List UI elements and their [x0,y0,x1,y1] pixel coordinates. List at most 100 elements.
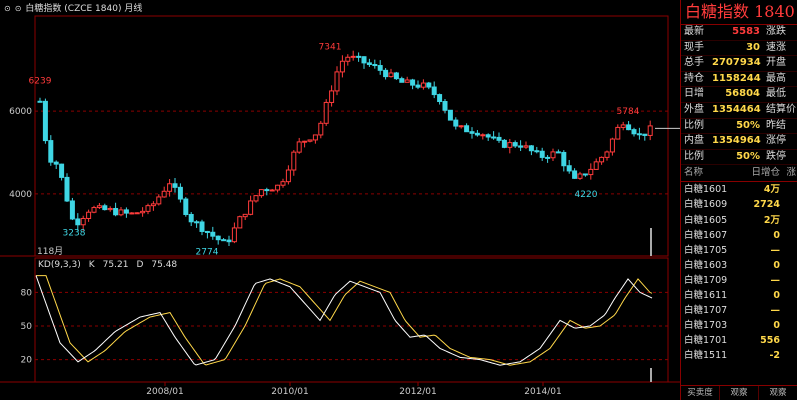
contract-name[interactable]: 白糖1609 [681,197,734,212]
candle-up [156,196,162,205]
contract-oi-change: 2万 [763,214,780,226]
candle-down [113,207,119,216]
candle-up [312,134,318,141]
contract-row[interactable]: 白糖1703 0 [681,318,797,333]
bottom-tabs: 买卖度 观察 观察 [681,385,797,400]
contract-name[interactable]: 白糖1705 [681,243,734,258]
contract-name[interactable]: 白糖1603 [681,258,734,273]
quote-label-2: 速涨 [766,41,786,53]
contract-list: 白糖1601 4万 白糖1609 2724 白糖1605 2万 白糖1607 0 白糖1705 —… [681,182,797,363]
candle-down [123,209,129,214]
candle-up [577,173,583,179]
tab-observe-1[interactable]: 观察 [720,386,759,400]
quote-label: 外盘 [684,103,704,115]
x-tick-label: 2010/01 [271,387,308,397]
contract-row[interactable]: 白糖1605 2万 [681,213,797,228]
contract-row[interactable]: 白糖1705 — [681,243,797,258]
quote-row: 外盘 1354464 结算价 [681,103,797,119]
quote-label-2: 开盘 [766,57,786,69]
candle-up [237,216,243,229]
candle-down [453,119,459,127]
tab-observe-2[interactable]: 观察 [759,386,797,400]
contract-row[interactable]: 白糖1707 — [681,303,797,318]
contract-row[interactable]: 白糖1701 556 [681,333,797,348]
quote-label: 现手 [684,41,704,53]
candle-down [555,151,561,154]
candle-down [183,198,189,215]
contract-name[interactable]: 白糖1701 [681,333,734,348]
tab-buy-sell[interactable]: 买卖度 [681,386,720,400]
quote-label-2: 跌停 [766,150,786,162]
candle-up [231,227,237,243]
candle-up [275,184,281,191]
volume-label: 118月 [37,246,63,257]
chart-title: 白糖指数 (CZCE 1840) 月线 [25,4,143,14]
candle-down [447,109,453,121]
candle-down [188,213,194,223]
candle-down [485,134,491,138]
quote-label: 最新 [684,26,704,37]
contract-name[interactable]: 白糖1511 [681,348,734,363]
contract-name[interactable]: 白糖1709 [681,273,734,288]
contract-name[interactable]: 白糖1703 [681,318,734,333]
chart-area[interactable]: 4000 6000 20 50 80 2008/01 2010/01 2012/01 2014/… [0,0,680,400]
candle-down [383,69,389,78]
quote-panel: 白糖指数 1840 最新 5583 涨跌 现手 30 速涨 总手 2707934 开盘 持仓 115… [680,0,797,400]
candle-up [523,145,529,148]
circle-icon[interactable]: ⊙ [4,3,11,15]
candle-up [350,55,356,58]
candle-down [469,131,475,134]
quote-title: 白糖指数 1840 [681,0,797,24]
contract-name[interactable]: 白糖1707 [681,303,734,318]
candle-down [642,133,648,136]
kd-d-name: D [136,260,144,270]
contract-oi-change: 0 [773,290,780,301]
contract-row[interactable]: 白糖1607 0 [681,228,797,243]
candle-up [507,142,513,148]
contract-row[interactable]: 白糖1511 -2 [681,348,797,363]
contract-name[interactable]: 白糖1611 [681,288,734,303]
contract-row[interactable]: 白糖1611 0 [681,288,797,303]
contract-name[interactable]: 白糖1605 [681,213,734,228]
candle-up [302,140,308,143]
contract-name[interactable]: 白糖1601 [681,182,734,197]
contract-list-header: 名称 日增仓 涨 [681,165,797,183]
quote-value: 5583 [732,26,760,37]
quote-title-code: 1840 [754,2,795,21]
candle-up [404,79,410,83]
kd-tick-label: 50 [21,322,33,332]
candle-down [518,145,524,148]
contract-oi-change: 0 [773,259,780,271]
quote-row: 最新 5583 涨跌 [681,25,797,41]
quote-label: 持仓 [684,72,704,84]
kline-chart[interactable]: 4000 6000 20 50 80 2008/01 2010/01 2012/01 2014/… [0,0,680,400]
candle-down [426,82,432,88]
candle-down [377,65,383,71]
contract-row[interactable]: 白糖1603 0 [681,258,797,273]
contract-name[interactable]: 白糖1607 [681,228,734,243]
contract-row[interactable]: 白糖1609 2724 [681,197,797,212]
quote-label: 比例 [684,119,704,131]
candle-down [102,205,108,211]
kd-tick-label: 20 [21,356,33,366]
col-change[interactable]: 涨 [780,165,797,181]
candle-down [226,239,232,243]
candle-down [204,230,210,233]
quote-label-2: 最低 [766,88,786,100]
quote-row: 内盘 1354964 涨停 [681,134,797,150]
col-oi-change[interactable]: 日增仓 [730,165,780,181]
col-name[interactable]: 名称 [681,165,730,181]
price-annotation: 6239 [29,76,52,86]
candle-up [480,134,486,137]
contract-oi-change: 0 [773,320,780,332]
candle-up [258,189,264,197]
candle-up [134,212,140,215]
contract-row[interactable]: 白糖1601 4万 [681,182,797,197]
kd-k-name: K [88,260,95,270]
contract-row[interactable]: 白糖1709 — [681,273,797,288]
kd-legend: KD(9,3,3) K 75.21 D 75.48 [38,260,177,270]
contract-oi-change: — [770,305,781,317]
candle-down [582,173,588,176]
candle-down [626,124,632,131]
circle-icon[interactable]: ⊙ [15,3,22,15]
